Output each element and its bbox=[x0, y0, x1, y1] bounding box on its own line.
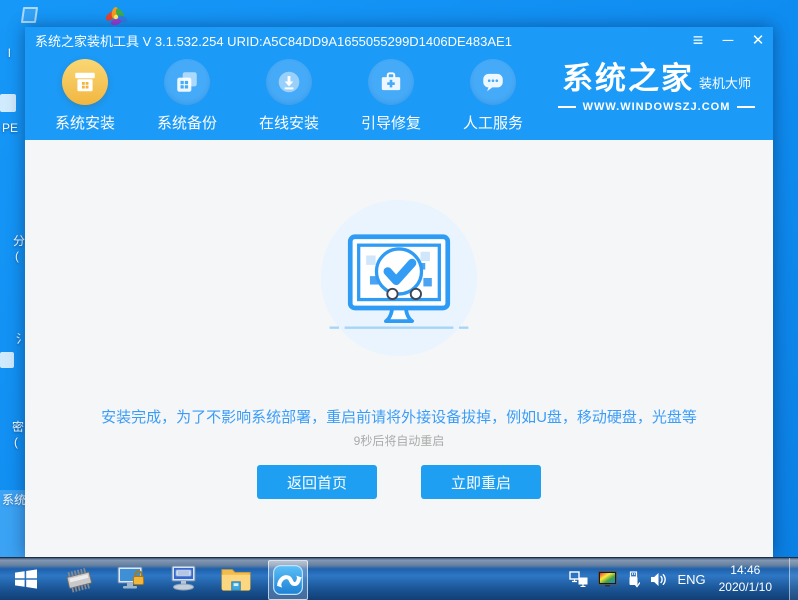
nav-item-system-backup[interactable]: 系统备份 bbox=[141, 59, 233, 133]
monitor-check-icon bbox=[329, 234, 469, 329]
desktop-partial-icon[interactable] bbox=[0, 94, 16, 112]
network-icon[interactable] bbox=[569, 571, 589, 587]
nav-item-boot-repair[interactable]: 引导修复 bbox=[345, 59, 437, 133]
taskbar-app-pe-tools[interactable] bbox=[112, 558, 152, 600]
taskbar-app-zhuangji-active[interactable] bbox=[268, 559, 308, 600]
brand-logo: 系统之家 装机大师 WWW.WINDOWSZJ.COM bbox=[554, 63, 759, 113]
nav-label: 引导修复 bbox=[360, 115, 421, 132]
clock-date: 2020/1/10 bbox=[718, 580, 772, 594]
logo-dash-right bbox=[737, 106, 756, 108]
language-indicator[interactable]: ENG bbox=[677, 572, 705, 587]
desktop-label-fragment: l bbox=[8, 46, 11, 60]
nav-item-system-install[interactable]: 系统安装 bbox=[39, 59, 131, 133]
online-download-icon bbox=[266, 59, 312, 105]
restart-button[interactable]: 立即重启 bbox=[421, 465, 541, 499]
completion-message: 安装完成，为了不影响系统部署，重启前请将外接设备拔掉，例如U盘，移动硬盘，光盘等 bbox=[101, 409, 697, 426]
brand-name: 系统之家 bbox=[561, 61, 694, 96]
show-desktop-button[interactable] bbox=[789, 558, 798, 600]
nav-label: 系统备份 bbox=[156, 115, 217, 132]
taskbar-app-input[interactable] bbox=[164, 558, 204, 600]
nav-label: 在线安装 bbox=[258, 115, 319, 132]
taskbar-app-explorer[interactable] bbox=[216, 558, 256, 600]
pe-desktop: l PE 分 ( 氵 密 ( 系统 系统之家装机工具 V 3.1.532.254… bbox=[0, 0, 798, 600]
nav-item-online-install[interactable]: 在线安装 bbox=[243, 59, 335, 133]
logo-dash-left bbox=[557, 106, 576, 108]
backup-copies-icon bbox=[164, 59, 210, 105]
desktop-label-partition: 分 bbox=[13, 234, 26, 248]
memory-chip-icon bbox=[66, 568, 92, 593]
desktop-label-fragment: ( bbox=[14, 435, 18, 449]
desktop-label-pe: PE bbox=[2, 121, 19, 135]
success-illustration bbox=[321, 200, 477, 356]
computer-keyboard-icon bbox=[171, 565, 196, 591]
desktop-computer-icon[interactable] bbox=[20, 7, 39, 23]
usb-icon[interactable] bbox=[627, 570, 641, 588]
pe-lock-monitor-icon bbox=[117, 566, 144, 589]
brand-website: WWW.WINDOWSZJ.COM bbox=[582, 101, 731, 113]
nav-header: 系统安装 系统备份 在线安装 引导修复 人工服务 系统之家 装机大师 WWW.W… bbox=[25, 53, 773, 140]
desktop-highlight bbox=[0, 490, 25, 557]
flower-app-icon[interactable] bbox=[104, 7, 128, 29]
windows-logo-icon bbox=[15, 569, 37, 589]
main-content: 安装完成，为了不影响系统部署，重启前请将外接设备拔掉，例如U盘，移动硬盘，光盘等… bbox=[25, 140, 773, 557]
support-chat-icon bbox=[470, 59, 516, 105]
brand-tagline: 装机大师 bbox=[698, 76, 751, 91]
restart-countdown: 9秒后将自动重启 bbox=[353, 434, 445, 448]
folder-icon bbox=[221, 569, 251, 591]
start-button[interactable] bbox=[4, 558, 48, 600]
volume-icon[interactable] bbox=[649, 572, 668, 587]
taskbar-app-memory[interactable] bbox=[60, 558, 100, 600]
boot-repair-toolbox-icon bbox=[368, 59, 414, 105]
nav-label: 系统安装 bbox=[54, 115, 115, 132]
clock-time: 14:46 bbox=[730, 562, 761, 577]
home-button[interactable]: 返回首页 bbox=[257, 465, 377, 499]
window-controls: ≡ ─ ✕ bbox=[683, 27, 773, 53]
taskbar-apps bbox=[0, 558, 308, 600]
zhuangji-app-icon bbox=[273, 564, 303, 595]
window-titlebar: 系统之家装机工具 V 3.1.532.254 URID:A5C84DD9A165… bbox=[25, 27, 773, 53]
action-buttons: 返回首页 立即重启 bbox=[25, 465, 773, 499]
display-color-icon[interactable] bbox=[598, 570, 618, 588]
system-tray: ENG 14:46 2020/1/10 bbox=[569, 558, 798, 600]
minimize-icon[interactable]: ─ bbox=[713, 27, 743, 53]
nav-item-support[interactable]: 人工服务 bbox=[447, 59, 539, 133]
desktop-label-fragment: ( bbox=[15, 249, 19, 263]
menu-icon[interactable]: ≡ bbox=[683, 27, 713, 53]
desktop-partial-icon[interactable] bbox=[0, 352, 14, 368]
taskbar: ENG 14:46 2020/1/10 bbox=[0, 557, 798, 600]
taskbar-clock[interactable]: 14:46 2020/1/10 bbox=[719, 562, 772, 597]
close-icon[interactable]: ✕ bbox=[743, 27, 773, 53]
installer-window: 系统之家装机工具 V 3.1.532.254 URID:A5C84DD9A165… bbox=[25, 27, 773, 557]
window-title: 系统之家装机工具 V 3.1.532.254 URID:A5C84DD9A165… bbox=[35, 33, 512, 49]
nav-label: 人工服务 bbox=[462, 115, 523, 132]
desktop-label-password: 密 bbox=[12, 420, 25, 434]
install-box-icon bbox=[62, 59, 108, 105]
